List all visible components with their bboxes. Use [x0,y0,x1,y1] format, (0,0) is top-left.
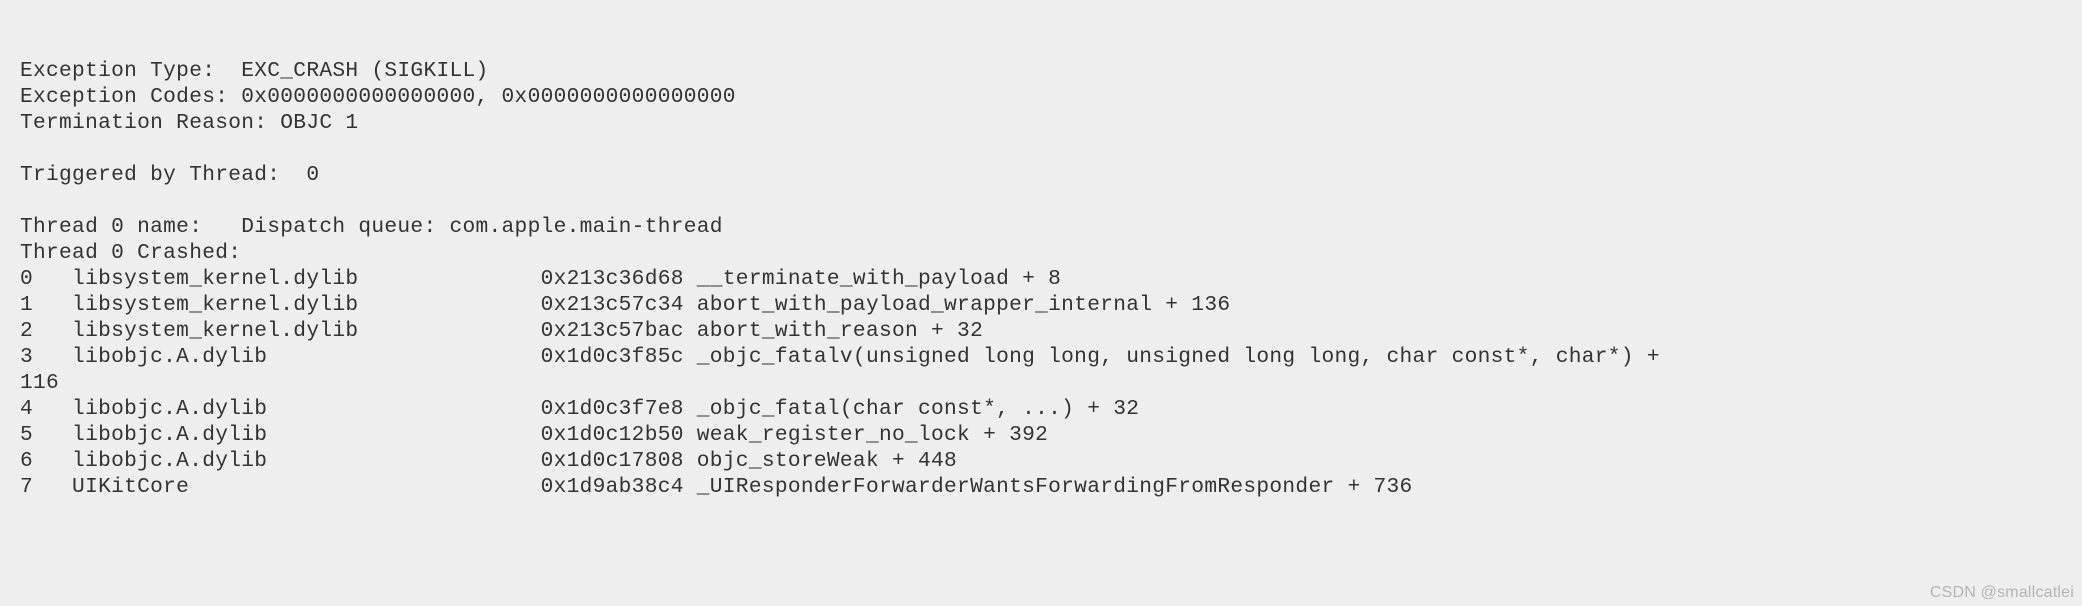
stack-frame-4: 4 libobjc.A.dylib 0x1d0c3f7e8 _objc_fata… [20,397,1139,421]
exception-codes-line: Exception Codes: 0x0000000000000000, 0x0… [20,85,736,109]
stack-frame-3: 3 libobjc.A.dylib 0x1d0c3f85c _objc_fata… [20,345,1660,369]
stack-frame-1: 1 libsystem_kernel.dylib 0x213c57c34 abo… [20,293,1230,317]
stack-frame-0: 0 libsystem_kernel.dylib 0x213c36d68 __t… [20,267,1061,291]
triggered-by-line: Triggered by Thread: 0 [20,163,319,187]
stack-frame-2: 2 libsystem_kernel.dylib 0x213c57bac abo… [20,319,983,343]
stack-frame-7: 7 UIKitCore 0x1d9ab38c4 _UIResponderForw… [20,475,1413,499]
thread-crashed-line: Thread 0 Crashed: [20,241,241,265]
exception-type-line: Exception Type: EXC_CRASH (SIGKILL) [20,59,489,83]
stack-frame-5: 5 libobjc.A.dylib 0x1d0c12b50 weak_regis… [20,423,1048,447]
watermark-text: CSDN @smallcatlei [1930,584,2074,602]
crash-log: Exception Type: EXC_CRASH (SIGKILL) Exce… [0,0,2082,500]
stack-frame-3-cont: 116 [20,371,59,395]
termination-reason-line: Termination Reason: OBJC 1 [20,111,358,135]
thread-name-line: Thread 0 name: Dispatch queue: com.apple… [20,215,723,239]
stack-frame-6: 6 libobjc.A.dylib 0x1d0c17808 objc_store… [20,449,957,473]
